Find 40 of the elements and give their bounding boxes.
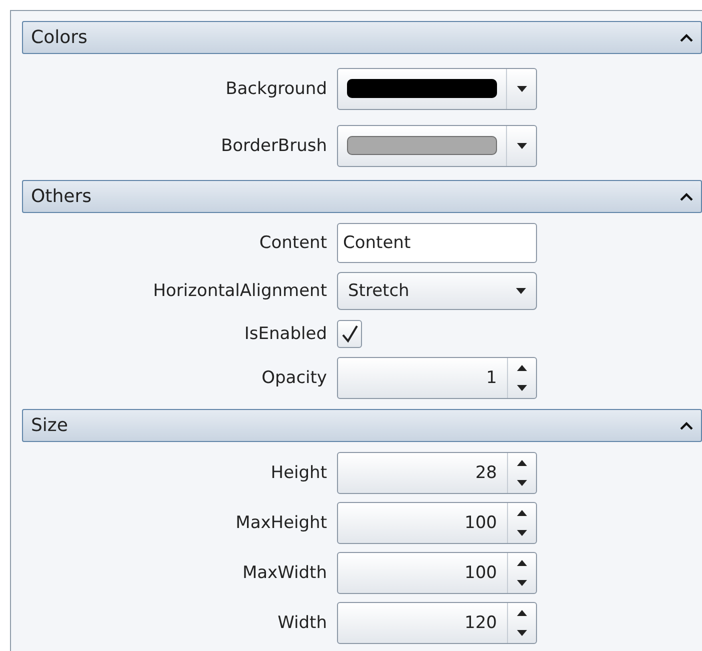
color-picker[interactable] <box>337 124 537 166</box>
color-picker[interactable] <box>337 68 537 110</box>
number-spinner[interactable]: 1 <box>337 357 537 399</box>
number-spinner[interactable]: 28 <box>337 452 537 494</box>
property-label: Width <box>278 613 327 633</box>
checkbox[interactable] <box>337 320 362 348</box>
property-label: Opacity <box>262 368 327 388</box>
chevron-icon <box>680 422 693 430</box>
text-field[interactable]: Content <box>337 223 537 263</box>
number-spinner[interactable]: 100 <box>337 502 537 544</box>
property-label: MaxWidth <box>242 563 327 583</box>
down-arrow-icon <box>517 530 527 536</box>
down-arrow-icon <box>517 385 527 391</box>
category-header[interactable]: Others <box>22 180 702 213</box>
category-header[interactable]: Colors <box>22 21 702 54</box>
property-label: IsEnabled <box>244 324 327 344</box>
number-spinner[interactable]: 100 <box>337 552 537 594</box>
caret-icon <box>516 142 526 148</box>
chevron-icon <box>680 34 693 42</box>
down-arrow-icon <box>517 580 527 586</box>
up-arrow-icon <box>517 460 527 466</box>
up-arrow-icon <box>517 610 527 616</box>
property-label: Content <box>259 233 327 253</box>
property-label: BorderBrush <box>220 136 327 156</box>
up-arrow-icon <box>517 510 527 516</box>
checkmark-icon <box>340 325 358 343</box>
property-label: HorizontalAlignment <box>153 281 327 301</box>
caret-icon <box>516 86 526 92</box>
property-label: Background <box>226 78 327 98</box>
category-header[interactable]: Size <box>22 409 702 442</box>
up-arrow-icon <box>517 365 527 371</box>
number-spinner[interactable]: 120 <box>337 602 537 644</box>
down-arrow-icon <box>517 480 527 486</box>
up-arrow-icon <box>517 560 527 566</box>
dropdown[interactable]: Stretch <box>337 272 537 310</box>
down-arrow-icon <box>517 630 527 636</box>
property-label: Height <box>270 463 327 483</box>
property-label: MaxHeight <box>236 513 327 533</box>
chevron-icon <box>680 192 693 200</box>
caret-icon <box>516 288 526 294</box>
